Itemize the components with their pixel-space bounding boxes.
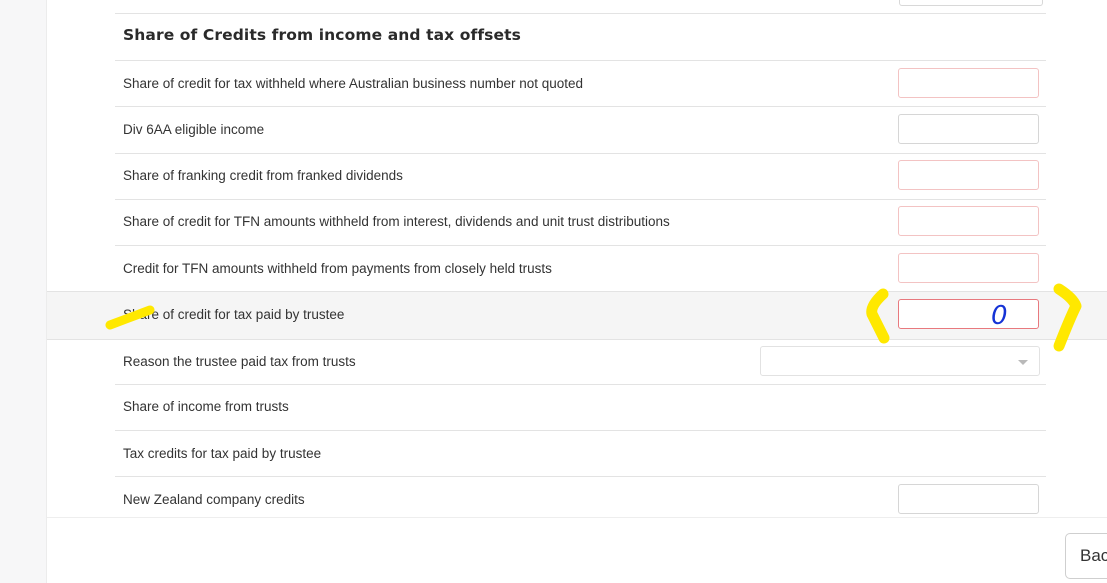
form-row-tax-paid-by-trustee: Share of credit for tax paid by trustee: [47, 291, 1107, 340]
form-row-income-from-trusts: Share of income from trusts: [115, 384, 1046, 429]
row-label: Div 6AA eligible income: [123, 122, 265, 137]
footer-divider: [47, 517, 1107, 518]
row-label: Share of credit for tax withheld where A…: [123, 76, 584, 91]
row-label: Credit for TFN amounts withheld from pay…: [123, 261, 552, 276]
tfn-closely-held-input[interactable]: [898, 253, 1039, 283]
form-row-div6aa: Div 6AA eligible income: [115, 107, 1046, 152]
row-label: Reason the trustee paid tax from trusts: [123, 354, 356, 369]
chevron-down-icon: [1018, 360, 1028, 365]
previous-field-stub[interactable]: [899, 0, 1043, 6]
row-label: Share of income from trusts: [123, 399, 289, 414]
tfn-interest-input[interactable]: [898, 206, 1039, 236]
section-title: Share of Credits from income and tax off…: [123, 26, 521, 44]
form-row-tfn-interest: Share of credit for TFN amounts withheld…: [115, 199, 1046, 244]
form-row-trustee-reason: Reason the trustee paid tax from trusts: [115, 339, 1046, 384]
abn-withholding-input[interactable]: [898, 68, 1039, 98]
row-label: Share of franking credit from franked di…: [123, 168, 403, 183]
row-label: Share of credit for tax paid by trustee: [123, 307, 345, 322]
row-label: Tax credits for tax paid by trustee: [123, 446, 322, 461]
tax-paid-by-trustee-input[interactable]: [898, 299, 1039, 329]
row-label: Share of credit for TFN amounts withheld…: [123, 214, 670, 229]
form-row-tax-credits-trustee: Tax credits for tax paid by trustee: [115, 431, 1046, 476]
form-row-franking-credit: Share of franking credit from franked di…: [115, 153, 1046, 198]
form-row-abn-withholding: Share of credit for tax withheld where A…: [115, 61, 1046, 106]
back-button[interactable]: Bac: [1065, 533, 1107, 579]
divider: [115, 13, 1046, 14]
form-panel: Share of Credits from income and tax off…: [46, 0, 1107, 583]
nz-company-credits-input[interactable]: [898, 484, 1039, 514]
franking-credit-input[interactable]: [898, 160, 1039, 190]
trustee-reason-select[interactable]: [760, 346, 1040, 376]
form-row-tfn-closely-held: Credit for TFN amounts withheld from pay…: [115, 246, 1046, 291]
form-row-nz-company-credits: New Zealand company credits: [115, 477, 1046, 522]
div6aa-input[interactable]: [898, 114, 1039, 144]
